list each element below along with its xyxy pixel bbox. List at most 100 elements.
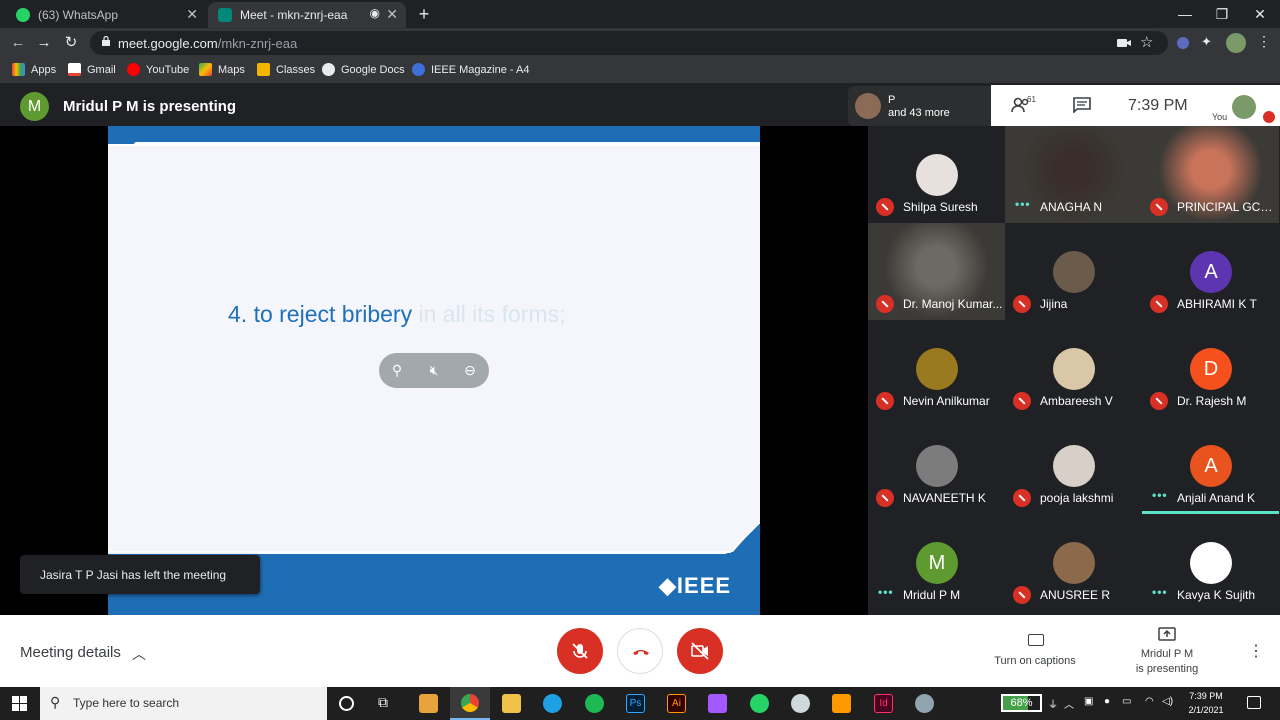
photoshop-icon[interactable]: Ps (626, 694, 645, 713)
close-tab-icon[interactable]: ✕ (186, 6, 198, 23)
remove-icon[interactable]: ⊖ (461, 361, 479, 379)
participant-tile[interactable]: D Dr. Rajesh M (1142, 320, 1279, 417)
participant-tile[interactable]: pooja lakshmi (1005, 417, 1142, 514)
classroom-icon (257, 63, 270, 76)
bookmark-google-docs[interactable]: Google Docs (322, 63, 405, 76)
captions-icon[interactable] (1028, 634, 1044, 646)
participant-tile[interactable]: A ••• Anjali Anand K (1142, 417, 1279, 514)
bookmark-gmail[interactable]: Gmail (68, 63, 116, 76)
wifi-icon[interactable]: ◠ (1145, 696, 1154, 707)
profile-avatar[interactable] (1226, 33, 1246, 53)
participant-tile[interactable]: ••• Kavya K Sujith (1142, 514, 1279, 611)
meeting-details-button[interactable]: Meeting details (20, 644, 121, 661)
participant-tile[interactable]: Nevin Anilkumar (868, 320, 1005, 417)
more-options-icon[interactable]: ⋮ (1248, 641, 1264, 661)
pin-icon[interactable]: ⚲ (388, 361, 406, 379)
participant-avatar (916, 154, 958, 196)
cortana-icon[interactable] (339, 696, 354, 711)
bookmark-label: Gmail (87, 63, 116, 76)
search-placeholder: Type here to search (73, 696, 180, 710)
bookmark-maps[interactable]: Maps (199, 63, 245, 76)
tab-label: Meet - mkn-znrj-eaa (240, 8, 348, 22)
tab-meet[interactable]: Meet - mkn-znrj-eaa ◉ ✕ (208, 2, 406, 28)
bookmark-ieee-magazine[interactable]: IEEE Magazine - A4 (412, 63, 529, 76)
present-screen-icon[interactable] (1158, 627, 1176, 641)
camera-icon[interactable] (1116, 35, 1132, 51)
mute-presentation-icon[interactable]: 🔇︎ (425, 361, 443, 379)
participant-tile[interactable]: Ambareesh V (1005, 320, 1142, 417)
other-participants-pill[interactable]: P and 43 more (848, 86, 991, 126)
participant-tile[interactable]: Dr. Manoj Kumar... (868, 223, 1005, 320)
puzzle-icon[interactable]: ✦ (1201, 34, 1212, 50)
microphone-toggle-button[interactable] (557, 628, 603, 674)
participant-tile[interactable]: A ABHIRAMI K T (1142, 223, 1279, 320)
taskbar-search-box[interactable]: ⚲ Type here to search (40, 687, 327, 720)
participant-name: PRINCIPAL GCE ... (1177, 200, 1277, 214)
chrome-icon (461, 694, 479, 712)
presenting-state: is presenting (1135, 663, 1199, 675)
participant-tile[interactable]: ••• ANAGHA N (1005, 126, 1142, 223)
camera-toggle-button[interactable] (677, 628, 723, 674)
bookmark-star-icon[interactable]: ☆ (1140, 33, 1153, 51)
phone-hangup-icon (633, 650, 649, 655)
spotify-icon[interactable] (585, 694, 604, 713)
participant-tile[interactable]: M ••• Mridul P M (868, 514, 1005, 611)
participant-tile[interactable]: ANUSREE R (1005, 514, 1142, 611)
windows-start-icon[interactable] (12, 696, 27, 711)
address-bar[interactable]: meet.google.com/mkn-znrj-eaa ☆ (90, 31, 1168, 55)
close-tab-icon[interactable]: ✕ (386, 6, 398, 23)
power-tray-icon: ▭ (1122, 696, 1132, 707)
system-clock[interactable]: 7:39 PM 2/1/2021 (1184, 689, 1228, 717)
snipping-tool-icon[interactable] (915, 694, 934, 713)
battery-indicator[interactable]: 68% (1001, 694, 1042, 712)
maximize-button[interactable]: ❐ (1212, 4, 1232, 24)
mic-off-icon (572, 643, 588, 659)
illustrator-icon[interactable]: Ai (667, 694, 686, 713)
back-button[interactable]: ← (8, 33, 28, 53)
more-menu-icon[interactable]: ⋮ (1257, 33, 1271, 50)
tab-whatsapp[interactable]: (63) WhatsApp ✕ (6, 2, 206, 28)
participant-tile[interactable]: NAVANEETH K (868, 417, 1005, 514)
self-view-avatar[interactable] (1232, 95, 1256, 119)
participant-name: Anjali Anand K (1177, 491, 1256, 505)
task-view-icon[interactable]: ⧉ (378, 694, 388, 711)
gmail-icon (68, 63, 81, 76)
captions-label[interactable]: Turn on captions (985, 655, 1085, 667)
chevron-up-icon[interactable]: ︿ (132, 644, 146, 664)
file-explorer-icon[interactable] (502, 694, 521, 713)
bookmark-classes[interactable]: Classes (257, 63, 315, 76)
close-window-button[interactable]: ✕ (1250, 4, 1270, 24)
browser-tab-strip: (63) WhatsApp ✕ Meet - mkn-znrj-eaa ◉ ✕ … (0, 0, 1280, 28)
extension-icon[interactable] (1175, 35, 1191, 51)
presenting-status[interactable]: Mridul P M is presenting (1117, 647, 1217, 677)
minimize-button[interactable]: — (1175, 4, 1195, 24)
sublime-text-icon[interactable] (832, 694, 851, 713)
action-center-icon[interactable] (1247, 696, 1261, 709)
chat-icon[interactable] (1073, 97, 1091, 113)
participant-tile[interactable]: Shilpa Suresh (868, 126, 1005, 223)
forward-button[interactable]: → (34, 33, 54, 53)
bookmark-youtube[interactable]: YouTube (127, 63, 189, 76)
indesign-icon[interactable]: Id (874, 694, 893, 713)
slide-text-main: 4. to reject bribery (228, 301, 413, 327)
whatsapp-taskbar-icon[interactable] (750, 694, 769, 713)
bookmark-label: Classes (276, 63, 316, 76)
bookmark-apps[interactable]: Apps (12, 63, 56, 76)
show-hidden-icons-chevron[interactable]: ︿ (1064, 696, 1074, 711)
participant-tile[interactable]: Jijina (1005, 223, 1142, 320)
leave-call-button[interactable] (617, 628, 663, 674)
mic-muted-icon (876, 295, 894, 313)
self-view-label: You (1212, 112, 1228, 122)
new-tab-button[interactable]: + (414, 4, 434, 24)
windows-taskbar: ⚲ Type here to search ⧉ Ps Ai Id 68% ⏚ ︿… (0, 687, 1280, 720)
edge-icon[interactable] (543, 694, 562, 713)
chrome-taskbar-button[interactable] (450, 687, 490, 720)
store-icon[interactable] (419, 694, 438, 713)
participant-tile[interactable]: PRINCIPAL GCE ... (1142, 126, 1279, 223)
reload-button[interactable]: ↻ (61, 33, 81, 53)
camera-off-icon (691, 642, 709, 660)
volume-icon[interactable]: ◁) (1162, 696, 1173, 707)
figma-icon[interactable] (708, 694, 727, 713)
inkscape-icon[interactable] (791, 694, 810, 713)
youtube-icon (127, 63, 140, 76)
